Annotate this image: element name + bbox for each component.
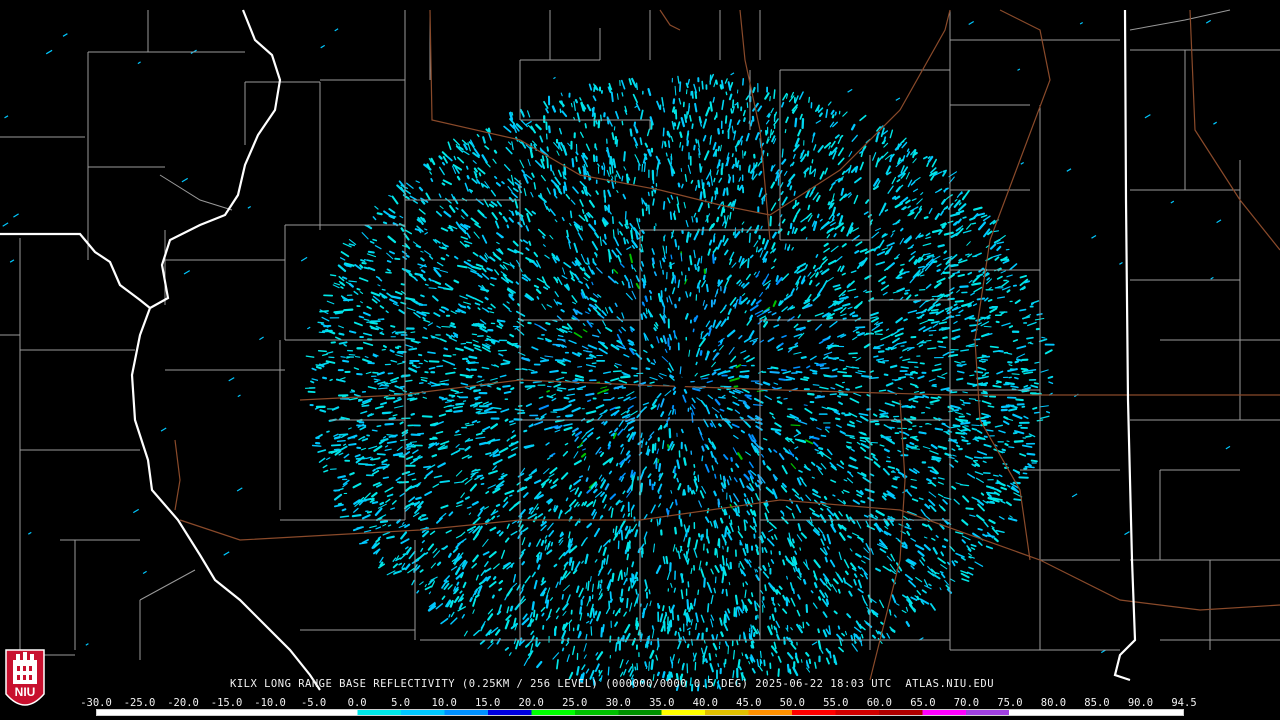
colorbar-tick-label: 10.0 — [431, 697, 457, 709]
colorbar-tick-label: 60.0 — [866, 697, 893, 709]
colorbar-tick-label: 75.0 — [997, 697, 1023, 709]
colorbar-tick-label: 90.0 — [1127, 697, 1154, 709]
colorbar-tick-label: 30.0 — [605, 697, 631, 709]
colorbar-tick-label: 25.0 — [562, 697, 588, 709]
niu-logo: NIU — [4, 646, 46, 716]
colorbar-tick-label: 55.0 — [823, 697, 849, 709]
colorbar-tick-label: 45.0 — [736, 697, 762, 709]
radar-map: KILX LONG RANGE BASE REFLECTIVITY (0.25K… — [0, 0, 1280, 720]
colorbar-tick-label: -15.0 — [210, 697, 243, 709]
colorbar-tick-labels: -30.0 -25.0 -20.0 -15.0 -10.0 -5.0 0.0 5.0 10.0 1… — [80, 697, 1197, 709]
colorbar-tick-label: 70.0 — [953, 697, 980, 709]
colorbar-tick-label: 15.0 — [475, 697, 501, 709]
colorbar-tick-label: 40.0 — [692, 697, 718, 709]
reflectivity-echoes — [2, 19, 1231, 692]
radar-site-marker — [674, 377, 686, 389]
colorbar-tick-label: 0.0 — [347, 697, 367, 709]
colorbar-tick-label: 35.0 — [649, 697, 675, 709]
colorbar-tick-label: -5.0 — [300, 697, 327, 709]
colorbar-tick-label: -30.0 — [80, 697, 112, 709]
colorbar-tick-label: 5.0 — [391, 697, 411, 709]
product-caption: KILX LONG RANGE BASE REFLECTIVITY (0.25K… — [230, 678, 995, 690]
colorbar-tick-label: 80.0 — [1040, 697, 1067, 709]
colorbar-tick-label: 50.0 — [779, 697, 805, 709]
colorbar-tick-label: 94.5 — [1171, 697, 1197, 709]
colorbar-tick-label: -10.0 — [254, 697, 286, 709]
colorbar-tick-label: 85.0 — [1084, 697, 1110, 709]
colorbar-tick-label: -25.0 — [123, 697, 156, 709]
radar-map-canvas — [0, 9, 1280, 692]
reflectivity-colorbar — [96, 709, 1184, 716]
colorbar-tick-label: -20.0 — [167, 697, 199, 709]
county-boundaries — [0, 9, 1280, 660]
colorbar-tick-label: 20.0 — [518, 697, 544, 709]
colorbar-tick-label: 65.0 — [910, 697, 936, 709]
interstate-highways — [174, 9, 1280, 681]
